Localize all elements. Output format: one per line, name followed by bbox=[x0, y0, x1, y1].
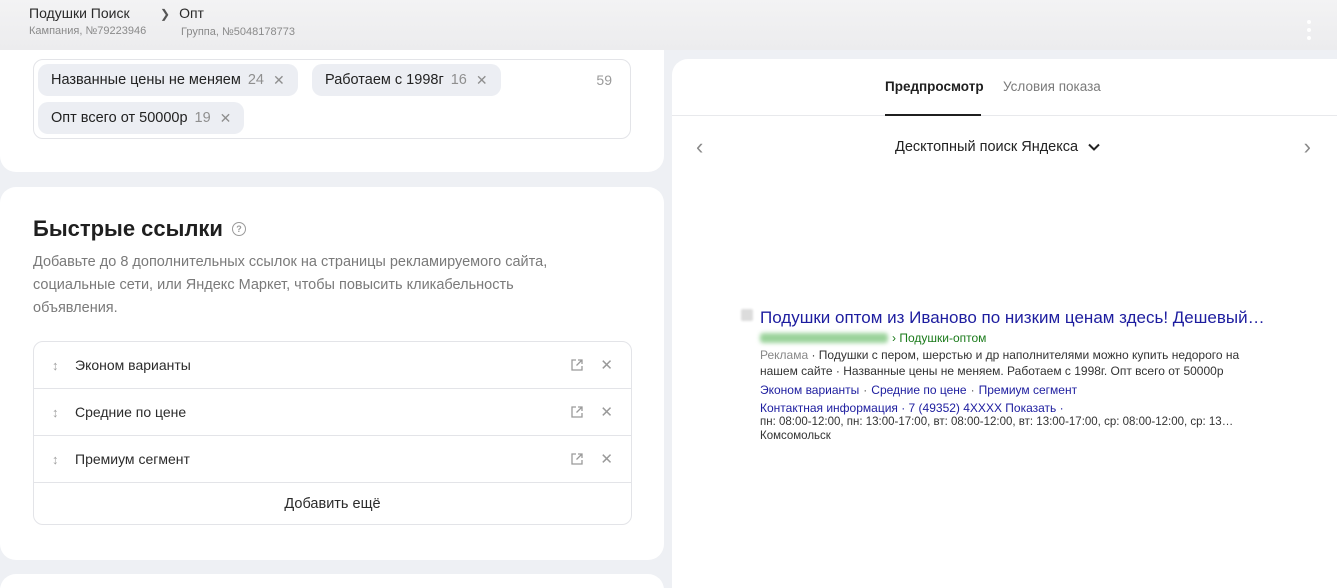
ad-hours: пн: 08:00-12:00, пн: 13:00-17:00, вт: 08… bbox=[760, 416, 1234, 428]
group-number: Группа, №5048178773 bbox=[181, 26, 295, 38]
callout-tag: Работаем с 1998г 16 ✕ bbox=[312, 64, 501, 96]
ad-url-path: › Подушки-оптом bbox=[892, 331, 987, 345]
breadcrumb-campaign[interactable]: Подушки Поиск Кампания, №79223946 bbox=[29, 5, 146, 38]
group-title[interactable]: Опт bbox=[179, 5, 204, 21]
tab-display-conditions[interactable]: Условия показа bbox=[1003, 79, 1101, 94]
callout-tag: Названные цены не меняем 24 ✕ bbox=[38, 64, 298, 96]
blurred-domain bbox=[760, 333, 888, 343]
drag-handle-icon[interactable]: ↕ bbox=[52, 452, 59, 467]
remove-callout-icon[interactable]: ✕ bbox=[220, 110, 232, 127]
remove-callout-icon[interactable]: ✕ bbox=[476, 72, 488, 89]
chevron-left-icon[interactable]: ‹ bbox=[696, 134, 703, 160]
next-section-card bbox=[0, 574, 664, 588]
callout-count: 24 bbox=[247, 72, 264, 88]
remove-callout-icon[interactable]: ✕ bbox=[273, 72, 285, 89]
external-link-icon[interactable] bbox=[570, 405, 584, 419]
ad-city: Комсомольск bbox=[760, 430, 831, 442]
preview-panel: Предпросмотр Условия показа ‹ Десктопный… bbox=[672, 59, 1337, 588]
sitelinks-card: Быстрые ссылки ? Добавьте до 8 дополните… bbox=[0, 187, 664, 560]
ad-body: · Подушки с пером, шерстью и др наполнит… bbox=[760, 348, 1240, 378]
sitelinks-list: ↕ Эконом варианты ✕ ↕ Средние по цене ✕ … bbox=[33, 341, 632, 525]
chevron-down-icon bbox=[1088, 143, 1100, 151]
sitelink-label[interactable]: Эконом варианты bbox=[75, 357, 191, 373]
top-bar: Подушки Поиск Кампания, №79223946 ❯ Опт Г… bbox=[0, 0, 1337, 50]
ad-title[interactable]: Подушки оптом из Иваново по низким ценам… bbox=[760, 306, 1280, 329]
add-more-sitelinks-button[interactable]: Добавить ещё bbox=[34, 483, 631, 524]
chevron-right-icon[interactable]: › bbox=[1304, 134, 1311, 160]
tab-preview[interactable]: Предпросмотр bbox=[885, 79, 984, 94]
ad-sitelink[interactable]: Эконом варианты bbox=[760, 383, 859, 397]
ad-contact[interactable]: Контактная информация · 7 (49352) 4XXXX … bbox=[760, 401, 1280, 415]
external-link-icon[interactable] bbox=[570, 452, 584, 466]
callouts-char-counter: 59 bbox=[596, 72, 612, 88]
sitelink-row[interactable]: ↕ Премиум сегмент ✕ bbox=[34, 436, 631, 483]
ad-preview: Подушки оптом из Иваново по низким ценам… bbox=[741, 306, 1280, 443]
device-selector[interactable]: Десктопный поиск Яндекса bbox=[895, 139, 1100, 155]
remove-sitelink-icon[interactable]: ✕ bbox=[600, 356, 613, 374]
remove-sitelink-icon[interactable]: ✕ bbox=[600, 403, 613, 421]
preview-tabs: Предпросмотр Условия показа bbox=[672, 59, 1337, 116]
callout-label: Названные цены не меняем bbox=[51, 72, 241, 88]
callout-label: Работаем с 1998г bbox=[325, 72, 444, 88]
sitelink-row[interactable]: ↕ Средние по цене ✕ bbox=[34, 389, 631, 436]
sitelink-label[interactable]: Средние по цене bbox=[75, 404, 186, 420]
ad-sitelink[interactable]: Средние по цене bbox=[871, 383, 966, 397]
ad-sitelinks: Эконом варианты · Средние по цене · Премиум … bbox=[760, 383, 1078, 397]
callout-count: 19 bbox=[194, 110, 211, 126]
remove-sitelink-icon[interactable]: ✕ bbox=[600, 450, 613, 468]
favicon-icon bbox=[741, 309, 753, 321]
help-icon[interactable]: ? bbox=[231, 222, 246, 236]
campaign-number: Кампания, №79223946 bbox=[29, 25, 147, 37]
more-menu-icon[interactable] bbox=[1307, 20, 1311, 40]
sitelinks-title-text: Быстрые ссылки bbox=[33, 216, 223, 241]
ad-label: Реклама bbox=[760, 348, 809, 362]
ad-url[interactable]: › Подушки-оптом bbox=[760, 331, 1280, 345]
campaign-title[interactable]: Подушки Поиск bbox=[29, 5, 146, 21]
ad-text: Реклама · Подушки с пером, шерстью и др … bbox=[760, 347, 1280, 379]
drag-handle-icon[interactable]: ↕ bbox=[52, 405, 59, 420]
breadcrumb-group[interactable]: ❯ Опт Группа, №5048178773 bbox=[160, 5, 295, 39]
device-label: Десктопный поиск Яндекса bbox=[895, 139, 1079, 155]
callouts-field[interactable]: Названные цены не меняем 24 ✕ Работаем с… bbox=[33, 59, 631, 139]
drag-handle-icon[interactable]: ↕ bbox=[52, 358, 59, 373]
sitelinks-title: Быстрые ссылки ? bbox=[33, 216, 246, 242]
sitelinks-description: Добавьте до 8 дополнительных ссылок на с… bbox=[33, 254, 548, 316]
active-tab-indicator bbox=[885, 114, 981, 116]
sitelink-label[interactable]: Премиум сегмент bbox=[75, 451, 190, 467]
callout-label: Опт всего от 50000р bbox=[51, 110, 188, 126]
callout-count: 16 bbox=[450, 72, 467, 88]
breadcrumb-arrow-icon: ❯ bbox=[160, 7, 171, 21]
sitelink-row[interactable]: ↕ Эконом варианты ✕ bbox=[34, 342, 631, 389]
external-link-icon[interactable] bbox=[570, 358, 584, 372]
callout-tag: Опт всего от 50000р 19 ✕ bbox=[38, 102, 245, 134]
ad-sitelink[interactable]: Премиум сегмент bbox=[979, 383, 1077, 397]
callouts-card: Названные цены не меняем 24 ✕ Работаем с… bbox=[0, 50, 664, 172]
